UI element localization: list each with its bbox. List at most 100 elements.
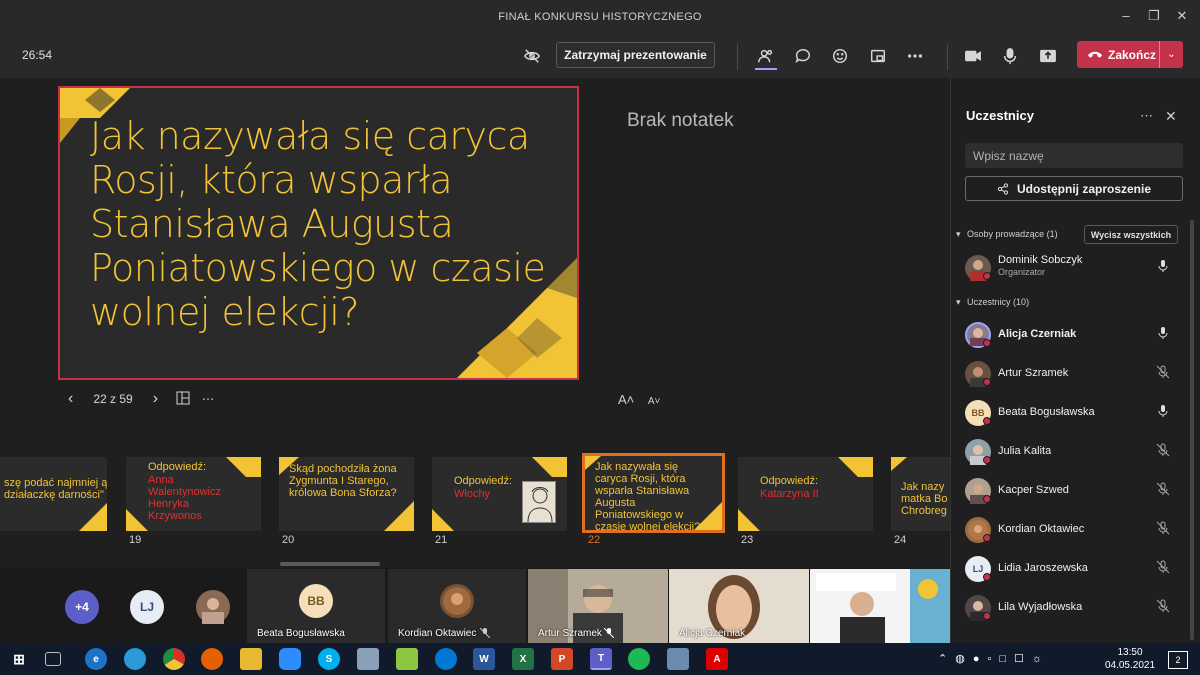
acrobat-icon[interactable]: A: [706, 648, 728, 670]
video-tile-camera[interactable]: Artur Szramek: [528, 569, 668, 643]
close-panel-icon[interactable]: ✕: [1165, 108, 1177, 125]
status-badge: [983, 417, 991, 425]
next-slide-icon[interactable]: ›: [153, 390, 158, 408]
slide-thumbnail-20[interactable]: Skąd pochodziła żona Zygmunta I Starego,…: [279, 457, 414, 531]
microphone-icon[interactable]: [1156, 326, 1170, 340]
slide-more-icon[interactable]: ⋯: [202, 392, 215, 406]
share-invite-button[interactable]: Udostępnij zaproszenie: [965, 176, 1183, 201]
slide-thumbnail-19[interactable]: Odpowiedź: Anna Walentynowicz Henryka Kr…: [126, 457, 261, 531]
thumbnail-number: 21: [435, 534, 448, 546]
muted-mic-icon[interactable]: [1156, 560, 1170, 574]
mute-all-button[interactable]: Wycisz wszystkich: [1084, 225, 1178, 244]
participant-row[interactable]: BB Beata Bogusławska: [965, 395, 1180, 429]
muted-mic-icon[interactable]: [1156, 365, 1170, 379]
rooms-icon[interactable]: [866, 44, 890, 68]
app-icon[interactable]: [667, 648, 689, 670]
restore-icon[interactable]: ❐: [1146, 8, 1162, 24]
slide-grid-icon[interactable]: [176, 391, 190, 408]
share-screen-icon[interactable]: [1036, 44, 1060, 68]
minimize-icon[interactable]: –: [1118, 8, 1134, 24]
video-tile[interactable]: BB Beata Bogusławska: [247, 569, 385, 643]
excel-icon[interactable]: X: [512, 648, 534, 670]
more-participants-badge[interactable]: +4: [65, 590, 99, 624]
internet-explorer-icon[interactable]: e: [85, 648, 107, 670]
attendees-section-header[interactable]: ▾ Uczestnicy (10): [956, 297, 1029, 308]
presenters-section-header[interactable]: ▾ Osoby prowadzące (1): [956, 229, 1058, 240]
chrome-icon[interactable]: [163, 648, 185, 670]
more-options-icon[interactable]: [903, 44, 927, 68]
participant-row[interactable]: Kordian Oktawiec: [965, 512, 1180, 546]
increase-font-button[interactable]: A˄: [618, 392, 634, 407]
system-tray-icons[interactable]: ⌃◍●▫□☐☼: [938, 652, 1050, 665]
slide-question-text: Jak nazywała się caryca Rosji, która wsp…: [90, 114, 546, 334]
chevron-down-icon: ▾: [956, 297, 961, 307]
font-size-controls: A˄ A˅: [618, 392, 660, 407]
participant-search-input[interactable]: Wpisz nazwę: [965, 143, 1183, 168]
muted-mic-icon[interactable]: [1156, 482, 1170, 496]
app-icon[interactable]: [357, 648, 379, 670]
slide-thumbnail-22-active[interactable]: Jak nazywała się caryca Rosji, która wsp…: [582, 453, 725, 533]
panel-scrollbar[interactable]: [1190, 220, 1194, 640]
task-view-icon[interactable]: [45, 652, 61, 666]
clock[interactable]: 13:50 04.05.2021: [1100, 646, 1160, 672]
slide-thumbnail-23[interactable]: Odpowiedź: Katarzyna II: [738, 457, 873, 531]
status-badge: [983, 339, 991, 347]
participant-row-organizer[interactable]: Dominik Sobczyk Organizator: [965, 250, 1180, 284]
video-tile-camera[interactable]: Alicja Czerniak: [669, 569, 809, 643]
skype-icon[interactable]: S: [318, 648, 340, 670]
participant-row[interactable]: LJ Lidia Jaroszewska: [965, 551, 1180, 585]
muted-mic-icon: [604, 628, 614, 638]
firefox-icon[interactable]: [201, 648, 223, 670]
reactions-icon[interactable]: [828, 44, 852, 68]
teams-icon[interactable]: T: [590, 648, 612, 670]
avatar-photo: [440, 584, 474, 618]
microphone-icon[interactable]: [1156, 404, 1170, 418]
end-call-button[interactable]: Zakończ ⌄: [1077, 41, 1183, 68]
notepad-icon[interactable]: [396, 648, 418, 670]
video-tile-camera[interactable]: [810, 569, 950, 643]
notification-center-icon[interactable]: 2: [1168, 651, 1188, 669]
participants-icon[interactable]: [754, 44, 778, 68]
video-tile[interactable]: Kordian Oktawiec: [388, 569, 526, 643]
camera-icon[interactable]: [961, 44, 985, 68]
avatar: BB: [299, 584, 333, 618]
thumbnail-number: 23: [741, 534, 754, 546]
muted-mic-icon[interactable]: [1156, 521, 1170, 535]
slide-thumbnail-21[interactable]: Odpowiedź: Włochy: [432, 457, 567, 531]
windows-start-icon[interactable]: ⊞: [8, 648, 30, 670]
thumbnail-scrollbar[interactable]: [280, 562, 380, 566]
meeting-timer: 26:54: [22, 48, 53, 62]
powerpoint-icon[interactable]: P: [551, 648, 573, 670]
phone-hangup-icon: [1087, 51, 1103, 58]
previous-slide-icon[interactable]: ‹: [68, 390, 73, 408]
participant-row[interactable]: Alicja Czerniak: [965, 317, 1180, 351]
status-badge: [983, 456, 991, 464]
muted-mic-icon[interactable]: [1156, 443, 1170, 457]
word-icon[interactable]: W: [473, 648, 495, 670]
camera-feed: [810, 569, 950, 643]
muted-mic-icon[interactable]: [1156, 599, 1170, 613]
edge-icon[interactable]: [124, 648, 146, 670]
slide-thumbnail-18[interactable]: szę podać najmniej ą działaczkę darności…: [0, 457, 107, 531]
participant-row[interactable]: Lila Wyjadłowska: [965, 590, 1180, 624]
file-explorer-icon[interactable]: [240, 648, 262, 670]
microphone-icon[interactable]: [998, 44, 1022, 68]
spotify-icon[interactable]: [628, 648, 650, 670]
active-tab-indicator: [755, 68, 777, 70]
stop-presenting-button[interactable]: Zatrzymaj prezentowanie: [556, 42, 715, 68]
zoom-icon[interactable]: [279, 648, 301, 670]
participant-row[interactable]: Julia Kalita: [965, 434, 1180, 468]
chat-icon[interactable]: [791, 44, 815, 68]
onedrive-icon[interactable]: [435, 648, 457, 670]
chevron-down-icon: ▾: [956, 229, 961, 239]
slide-thumbnail-24[interactable]: Jak nazy matka Bo Chrobreg: [891, 457, 950, 531]
microphone-icon[interactable]: [1156, 259, 1170, 273]
participant-row[interactable]: Artur Szramek: [965, 356, 1180, 390]
status-badge: [983, 272, 991, 280]
chevron-down-icon[interactable]: ⌄: [1159, 41, 1183, 68]
panel-more-icon[interactable]: ⋯: [1140, 108, 1153, 124]
participant-row[interactable]: Kacper Szwed: [965, 473, 1180, 507]
decrease-font-button[interactable]: A˅: [648, 396, 661, 407]
hide-eye-icon[interactable]: [520, 44, 544, 68]
close-window-icon[interactable]: ✕: [1174, 8, 1190, 24]
